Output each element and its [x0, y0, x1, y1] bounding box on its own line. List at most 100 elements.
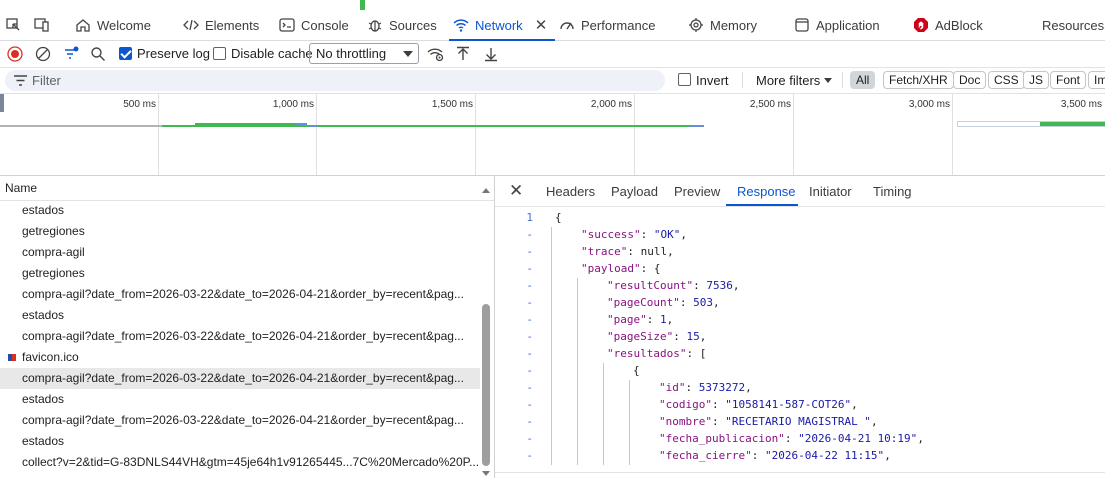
export-har-button[interactable] [481, 44, 501, 64]
chevron-down-icon [403, 51, 413, 57]
throttling-select[interactable]: No throttling [309, 43, 419, 64]
request-row[interactable]: estados [0, 431, 480, 452]
bug-icon [368, 20, 382, 32]
type-filter-font[interactable]: Font [1050, 71, 1087, 89]
line-gutter[interactable]: - [495, 432, 533, 445]
performance-icon [560, 22, 574, 30]
request-row[interactable]: getregiones [0, 263, 480, 284]
tab-timing[interactable]: Timing [873, 184, 912, 199]
line-gutter[interactable]: - [495, 228, 533, 241]
tab-headers[interactable]: Headers [546, 184, 595, 199]
line-gutter[interactable]: - [495, 449, 533, 462]
request-name: estados [22, 392, 65, 406]
invert-checkbox[interactable] [678, 73, 691, 86]
device-toolbar-button[interactable] [6, 10, 22, 40]
type-filter-js[interactable]: JS [1023, 71, 1050, 89]
network-conditions-button[interactable] [426, 44, 446, 64]
timeline-bar [162, 125, 702, 127]
clear-icon [35, 46, 51, 62]
tab-sources[interactable]: Sources [367, 10, 437, 40]
inspect-icon [6, 18, 20, 31]
request-name: compra-agil?date_from=2026-03-22&date_to… [22, 287, 464, 301]
search-icon [91, 47, 105, 61]
overview-handle[interactable] [0, 94, 4, 112]
tab-adblock[interactable]: AdBlock [913, 10, 983, 40]
line-gutter[interactable]: - [495, 381, 533, 394]
tab-application[interactable]: Application [794, 10, 880, 40]
request-list: Name estados getregiones compra-agil get… [0, 176, 495, 478]
request-row[interactable]: favicon.ico [0, 347, 480, 368]
scroll-down-icon[interactable] [482, 471, 490, 476]
request-row[interactable]: collect?v=2&tid=G-83DNLS44VH&gtm=45je64h… [0, 452, 480, 473]
filter-toggle-button[interactable] [61, 44, 81, 64]
type-filter-all[interactable]: All [850, 71, 876, 89]
import-har-button[interactable] [453, 44, 473, 64]
grid-line [158, 94, 159, 175]
name-column-header[interactable]: Name [0, 176, 494, 201]
more-filters-button[interactable]: More filters [756, 73, 820, 88]
request-row[interactable]: compra-agil?date_from=2026-03-22&date_to… [0, 284, 480, 305]
request-row[interactable]: compra-agil?date_from=2026-03-22&date_to… [0, 326, 480, 347]
tab-performance[interactable]: Performance [559, 10, 655, 40]
code-line: - "nombre": "RECETARIO MAGISTRAL ", [495, 414, 1105, 431]
line-gutter[interactable]: - [495, 279, 533, 292]
close-tab-icon[interactable]: ✕ [535, 16, 548, 34]
tab-resources-saver[interactable]: ResourcesSa [1042, 10, 1105, 40]
code-line: -{ [495, 363, 1105, 380]
tab-welcome[interactable]: Welcome [75, 10, 151, 40]
network-overview[interactable]: 500 ms 1,000 ms 1,500 ms 2,000 ms 2,500 … [0, 94, 1105, 176]
type-filter-doc[interactable]: Doc [953, 71, 987, 89]
scrollbar-thumb[interactable] [482, 304, 490, 466]
filter-input[interactable]: Filter [5, 70, 665, 91]
code-text: "resultCount": 7536, [607, 279, 740, 292]
clear-button[interactable] [33, 44, 53, 64]
line-gutter[interactable]: - [495, 313, 533, 326]
tab-payload[interactable]: Payload [611, 184, 658, 199]
request-row[interactable]: estados [0, 305, 480, 326]
request-row[interactable]: getregiones [0, 221, 480, 242]
device-mode-button[interactable] [34, 10, 50, 40]
tab-preview[interactable]: Preview [674, 184, 720, 199]
line-gutter[interactable]: - [495, 245, 533, 258]
tab-network[interactable]: Network ✕ [448, 10, 556, 41]
code-line: - "resultCount": 7536, [495, 278, 1105, 295]
record-button[interactable] [5, 44, 25, 64]
preserve-log-checkbox[interactable] [119, 47, 132, 60]
search-button[interactable] [88, 44, 108, 64]
line-gutter[interactable]: - [495, 296, 533, 309]
request-row[interactable]: compra-agil [0, 242, 480, 263]
line-gutter[interactable]: - [495, 347, 533, 360]
tab-console[interactable]: Console [279, 10, 349, 40]
request-row-selected[interactable]: compra-agil?date_from=2026-03-22&date_to… [0, 368, 480, 389]
code-line: - "success": "OK", [495, 227, 1105, 244]
line-gutter[interactable]: - [495, 398, 533, 411]
type-filter-fetch-xhr[interactable]: Fetch/XHR [883, 71, 954, 89]
request-list-scrollbar[interactable] [481, 188, 491, 478]
disable-cache-checkbox[interactable] [213, 47, 226, 60]
request-row[interactable]: compra-agil?date_from=2026-03-22&date_to… [0, 410, 480, 431]
line-gutter[interactable]: 1 [495, 211, 533, 224]
type-filter-css[interactable]: CSS [988, 71, 1025, 89]
request-row[interactable]: estados [0, 200, 480, 221]
tab-response[interactable]: Response [737, 184, 796, 199]
code-text: "payload": { [581, 262, 661, 275]
response-body[interactable]: 1{- "success": "OK", - "trace": null, - "payl… [495, 210, 1105, 465]
request-name: compra-agil [22, 245, 85, 259]
tick-label: 2,000 ms [590, 99, 632, 110]
request-row[interactable]: estados [0, 389, 480, 410]
line-gutter[interactable]: - [495, 330, 533, 343]
type-filter-img[interactable]: Im [1088, 71, 1105, 89]
line-gutter[interactable]: - [495, 415, 533, 428]
request-name: estados [22, 308, 65, 322]
close-detail-icon[interactable]: ✕ [509, 181, 523, 201]
tab-welcome-label: Welcome [97, 17, 151, 33]
scroll-up-icon[interactable] [482, 188, 490, 193]
tab-elements[interactable]: Elements [183, 10, 259, 40]
indent-guide [577, 278, 578, 465]
request-name: collect?v=2&tid=G-83DNLS44VH&gtm=45je64h… [22, 455, 480, 469]
code-line: - "resultados": [ [495, 346, 1105, 363]
tab-initiator[interactable]: Initiator [809, 184, 852, 199]
line-gutter[interactable]: - [495, 364, 533, 377]
tab-memory[interactable]: Memory [688, 10, 757, 40]
line-gutter[interactable]: - [495, 262, 533, 275]
